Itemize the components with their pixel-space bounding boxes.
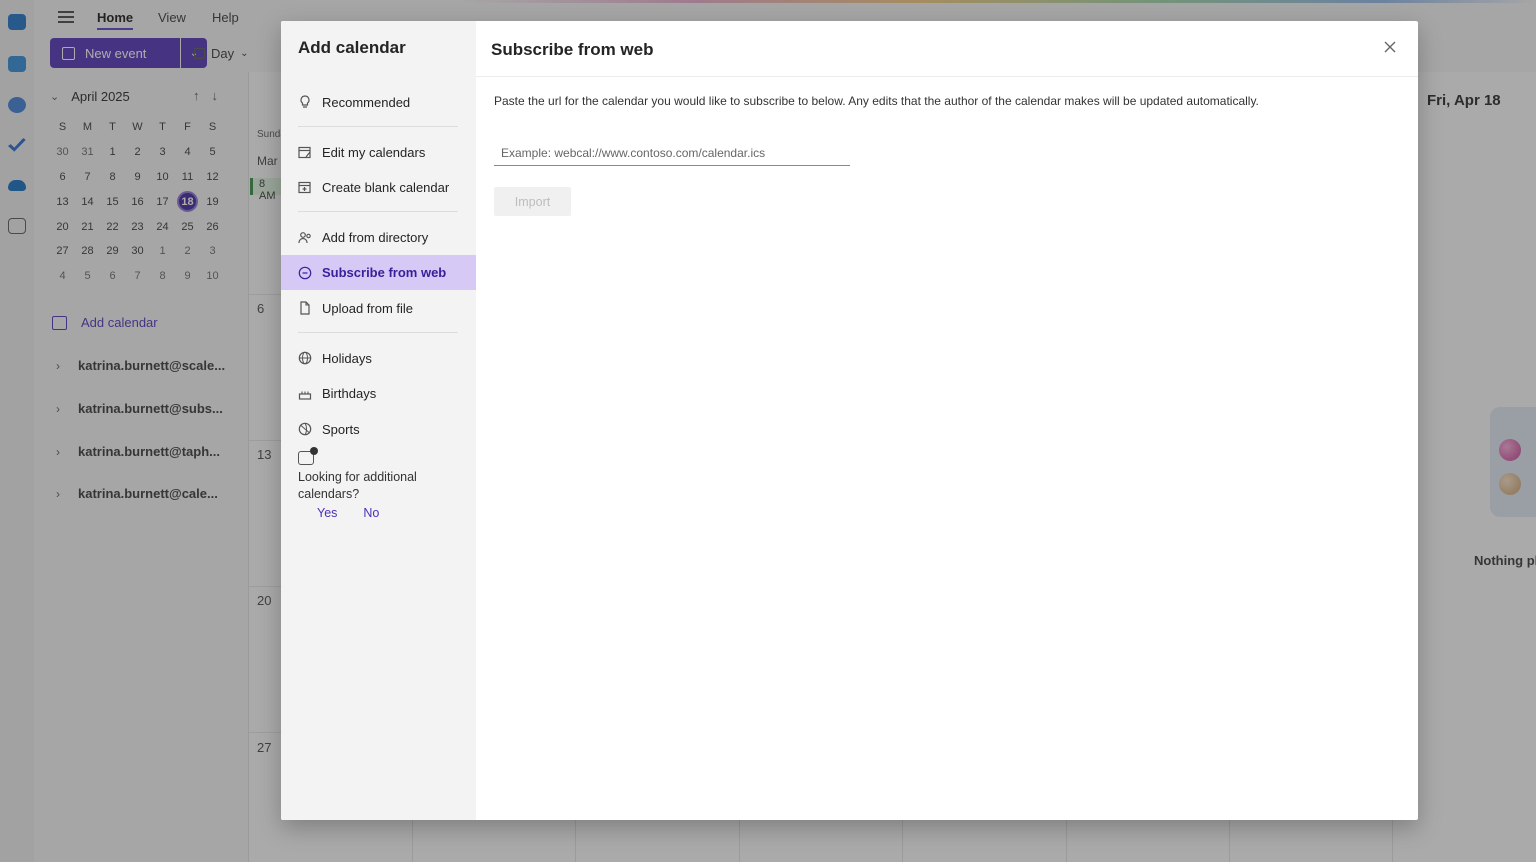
- nav-sports[interactable]: Sports: [281, 412, 476, 446]
- nav-label: Subscribe from web: [322, 265, 447, 280]
- nav-add-from-directory[interactable]: Add from directory: [281, 220, 476, 254]
- feedback-icon: [298, 447, 318, 465]
- globe-icon: [298, 351, 312, 365]
- panel-description: Paste the url for the calendar you would…: [494, 94, 1259, 108]
- import-button[interactable]: Import: [494, 187, 571, 216]
- nav-divider: [298, 126, 458, 127]
- nav-label: Edit my calendars: [322, 144, 426, 160]
- link-icon: [298, 266, 312, 280]
- nav-recommended[interactable]: Recommended: [281, 85, 476, 119]
- feedback-prompt: Looking for additional calendars? Yes No: [298, 447, 458, 522]
- close-button[interactable]: [1382, 40, 1398, 56]
- nav-create-blank-calendar[interactable]: Create blank calendar: [281, 170, 476, 204]
- nav-holidays[interactable]: Holidays: [281, 341, 476, 375]
- feedback-no-link[interactable]: No: [363, 505, 379, 522]
- panel-title: Subscribe from web: [491, 40, 654, 59]
- nav-label: Upload from file: [322, 300, 414, 316]
- nav-label: Birthdays: [322, 385, 377, 401]
- cake-icon: [298, 386, 312, 400]
- nav-label: Recommended: [322, 94, 411, 110]
- edit-calendar-icon: [298, 145, 312, 159]
- subscribe-panel: Subscribe from web Paste the url for the…: [476, 21, 1418, 820]
- dialog-title: Add calendar: [298, 38, 406, 57]
- nav-subscribe-from-web[interactable]: Subscribe from web: [281, 255, 476, 290]
- close-icon: [1384, 41, 1396, 53]
- nav-birthdays[interactable]: Birthdays: [281, 376, 476, 410]
- nav-label: Add from directory: [322, 229, 429, 245]
- add-calendar-dialog: Add calendar Recommended Edit my calenda…: [281, 21, 1418, 820]
- feedback-question: Looking for additional calendars?: [298, 470, 417, 501]
- nav-upload-from-file[interactable]: Upload from file: [281, 291, 476, 325]
- nav-divider: [298, 332, 458, 333]
- people-icon: [298, 230, 312, 244]
- panel-header: Subscribe from web: [476, 21, 1418, 77]
- calendar-url-input[interactable]: [494, 140, 850, 166]
- lightbulb-icon: [298, 95, 312, 109]
- feedback-yes-link[interactable]: Yes: [317, 505, 337, 522]
- sports-ball-icon: [298, 422, 312, 436]
- nav-label: Holidays: [322, 350, 372, 366]
- document-icon: [298, 301, 312, 315]
- dialog-nav-pane: Add calendar Recommended Edit my calenda…: [281, 21, 476, 820]
- nav-label: Sports: [322, 421, 360, 437]
- nav-edit-my-calendars[interactable]: Edit my calendars: [281, 135, 476, 169]
- add-calendar-icon: [298, 180, 312, 194]
- nav-divider: [298, 211, 458, 212]
- nav-label: Create blank calendar: [322, 179, 450, 195]
